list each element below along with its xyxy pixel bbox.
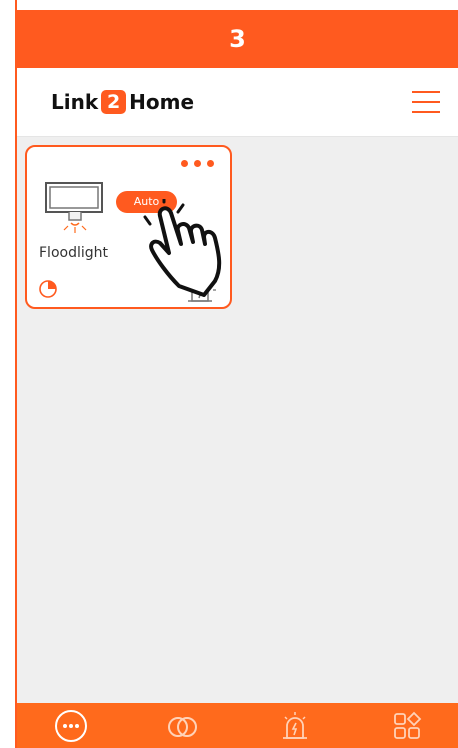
hamburger-menu-icon[interactable]: [411, 90, 441, 114]
app-header: Link 2 Home: [17, 68, 458, 137]
more-dots-icon[interactable]: [181, 158, 221, 170]
hand-pointer-icon: [143, 199, 222, 297]
dot: [194, 160, 201, 167]
logo-suffix: Home: [129, 90, 195, 114]
logo-prefix: Link: [51, 90, 99, 114]
link2home-logo: Link 2 Home: [51, 88, 194, 116]
app-frame: 3 Link 2 Home Auto Floodlight: [0, 0, 458, 748]
links-icon[interactable]: [165, 710, 199, 742]
device-card-floodlight[interactable]: Auto Floodlight: [25, 145, 232, 309]
logo-two-badge: 2: [101, 90, 127, 114]
step-number: 3: [229, 25, 246, 53]
timer-icon[interactable]: [38, 279, 58, 299]
dot: [207, 160, 214, 167]
device-name: Floodlight: [39, 245, 108, 261]
step-banner: 3: [17, 10, 458, 68]
device-list: Auto Floodlight: [17, 137, 458, 703]
floodlight-icon: [45, 182, 103, 233]
alarm-icon[interactable]: [278, 710, 312, 742]
bottom-navigation: [17, 703, 458, 748]
devices-icon[interactable]: [54, 710, 88, 742]
scenes-icon[interactable]: [391, 710, 425, 742]
dot: [181, 160, 188, 167]
